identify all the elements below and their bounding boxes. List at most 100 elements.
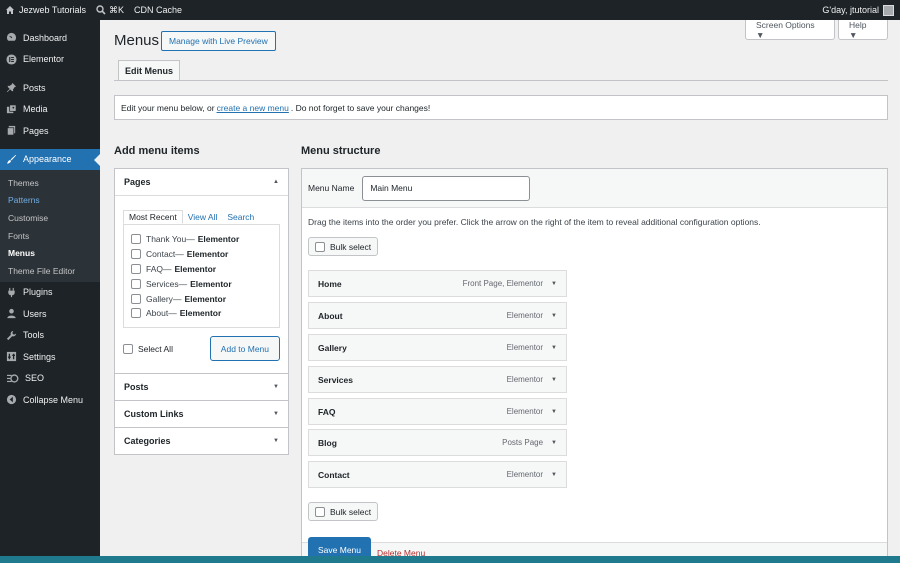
chevron-down-icon: ▼ [273, 411, 279, 417]
menu-item-type: Elementor [506, 311, 544, 320]
menu-item-blog[interactable]: Blog Posts Page ▼ [308, 429, 567, 456]
checkbox[interactable] [131, 308, 141, 319]
submenu-item-fonts[interactable]: Fonts [0, 227, 100, 245]
chevron-down-icon[interactable]: ▼ [551, 440, 557, 446]
pages-accordion-body: Most Recent View All Search Thank You — … [115, 195, 288, 373]
checkbox[interactable] [131, 278, 141, 289]
checkbox[interactable] [131, 263, 141, 274]
sidebar-item-plugins[interactable]: Plugins [0, 282, 100, 304]
menu-item-services[interactable]: Services Elementor ▼ [308, 366, 567, 393]
checkbox[interactable] [123, 343, 133, 354]
checkbox[interactable] [131, 249, 141, 260]
add-to-menu-button[interactable]: Add to Menu [209, 336, 280, 361]
categories-accordion-header[interactable]: Categories ▼ [115, 427, 288, 454]
account-menu[interactable]: G'day, jtutorial [822, 4, 900, 16]
collapse-menu-button[interactable]: Collapse Menu [0, 389, 100, 411]
checkbox[interactable] [131, 234, 141, 245]
menu-item-title: About [318, 310, 343, 321]
submenu-item-patterns[interactable]: Patterns [0, 192, 100, 210]
settings-icon [6, 352, 17, 362]
sidebar-label: Media [23, 104, 48, 115]
pages-tabs: Most Recent View All Search [123, 210, 280, 224]
greeting: G'day, jtutorial [822, 5, 879, 15]
page-type: Elementor [179, 308, 222, 319]
tab-most-recent[interactable]: Most Recent [123, 210, 183, 224]
tab-search[interactable]: Search [222, 210, 259, 224]
list-item[interactable]: About — Elementor [131, 306, 272, 321]
chevron-down-icon[interactable]: ▼ [551, 472, 557, 478]
posts-accordion-header[interactable]: Posts ▼ [115, 373, 288, 400]
checkbox[interactable] [315, 506, 325, 517]
chevron-down-icon[interactable]: ▼ [551, 377, 557, 383]
menu-item-about[interactable]: About Elementor ▼ [308, 302, 567, 329]
submenu-item-theme-file-editor[interactable]: Theme File Editor [0, 262, 100, 280]
chevron-down-icon[interactable]: ▼ [551, 345, 557, 351]
list-item[interactable]: Contact — Elementor [131, 247, 272, 262]
command-search[interactable]: ⌘K [91, 0, 129, 20]
sidebar-label: Collapse Menu [23, 394, 84, 405]
seo-icon [7, 374, 19, 383]
dash: — [172, 293, 182, 304]
page-type: Elementor [174, 263, 217, 274]
sidebar-item-elementor[interactable]: Elementor [0, 49, 100, 71]
live-preview-button[interactable]: Manage with Live Preview [161, 31, 276, 51]
bottom-bar [0, 556, 900, 563]
admin-bar: Jezweb Tutorials ⌘K CDN Cache G'day, jtu… [0, 0, 900, 20]
add-menu-items-heading: Add menu items [114, 145, 200, 157]
sidebar-item-settings[interactable]: Settings [0, 346, 100, 368]
sidebar-item-posts[interactable]: Posts [0, 77, 100, 99]
tab-edit-menus[interactable]: Edit Menus [118, 60, 181, 81]
notice-text: Edit your menu below, or [121, 102, 215, 113]
admin-sidebar: Dashboard Elementor Posts Media Pages Ap… [0, 20, 100, 563]
sidebar-item-appearance[interactable]: Appearance [0, 148, 100, 170]
sidebar-item-pages[interactable]: Pages [0, 120, 100, 142]
menu-item-faq[interactable]: FAQ Elementor ▼ [308, 398, 567, 425]
collapse-icon [6, 395, 17, 405]
list-item[interactable]: Gallery — Elementor [131, 291, 272, 306]
site-name-link[interactable]: Jezweb Tutorials [0, 0, 91, 20]
submenu-item-menus[interactable]: Menus [0, 244, 100, 262]
sidebar-item-media[interactable]: Media [0, 99, 100, 121]
list-item[interactable]: FAQ — Elementor [131, 262, 272, 277]
pages-accordion-header[interactable]: Pages ▲ [115, 168, 288, 195]
screen-options-button[interactable]: Screen Options ▼ [745, 20, 835, 40]
checkbox[interactable] [315, 241, 325, 252]
menu-item-title: FAQ [318, 406, 336, 417]
sidebar-label: Plugins [23, 287, 53, 298]
help-button[interactable]: Help ▼ [838, 20, 888, 40]
list-item[interactable]: Thank You — Elementor [131, 232, 272, 247]
menu-item-gallery[interactable]: Gallery Elementor ▼ [308, 334, 567, 361]
menu-name-label: Menu Name [308, 183, 355, 193]
bulk-select-label: Bulk select [330, 241, 372, 252]
submenu-item-customise[interactable]: Customise [0, 209, 100, 227]
page-title-text: FAQ [146, 263, 164, 274]
chevron-down-icon[interactable]: ▼ [551, 313, 557, 319]
sidebar-item-tools[interactable]: Tools [0, 325, 100, 347]
menu-item-type: Elementor [506, 407, 544, 416]
menu-item-type: Front Page, Elementor [462, 279, 544, 288]
menu-item-home[interactable]: Home Front Page, Elementor ▼ [308, 270, 567, 297]
page-type: Elementor [190, 278, 232, 289]
page-title-text: Gallery [146, 293, 173, 304]
sidebar-item-users[interactable]: Users [0, 303, 100, 325]
chevron-down-icon[interactable]: ▼ [551, 409, 557, 415]
list-item[interactable]: Services — Elementor [131, 276, 272, 291]
cdn-cache-link[interactable]: CDN Cache [129, 0, 187, 20]
chevron-down-icon[interactable]: ▼ [551, 281, 557, 287]
menu-name-input[interactable]: Main Menu [362, 175, 531, 201]
menu-item-contact[interactable]: Contact Elementor ▼ [308, 461, 567, 488]
custom-links-accordion-header[interactable]: Custom Links ▼ [115, 400, 288, 427]
create-new-menu-link[interactable]: create a new menu [217, 103, 289, 113]
sidebar-label: Posts [23, 82, 46, 93]
sidebar-item-seo[interactable]: SEO [0, 368, 100, 390]
checkbox[interactable] [131, 293, 141, 304]
submenu-item-themes[interactable]: Themes [0, 174, 100, 192]
accordion-title: Posts [124, 382, 149, 392]
page-type: Elementor [186, 249, 229, 260]
menu-instructions: Drag the items into the order you prefer… [308, 217, 761, 227]
bulk-select-bottom[interactable]: Bulk select [308, 502, 379, 521]
select-all-checkbox[interactable]: Select All [123, 343, 173, 354]
bulk-select-top[interactable]: Bulk select [308, 237, 379, 256]
tab-view-all[interactable]: View All [183, 210, 223, 224]
sidebar-item-dashboard[interactable]: Dashboard [0, 27, 100, 49]
